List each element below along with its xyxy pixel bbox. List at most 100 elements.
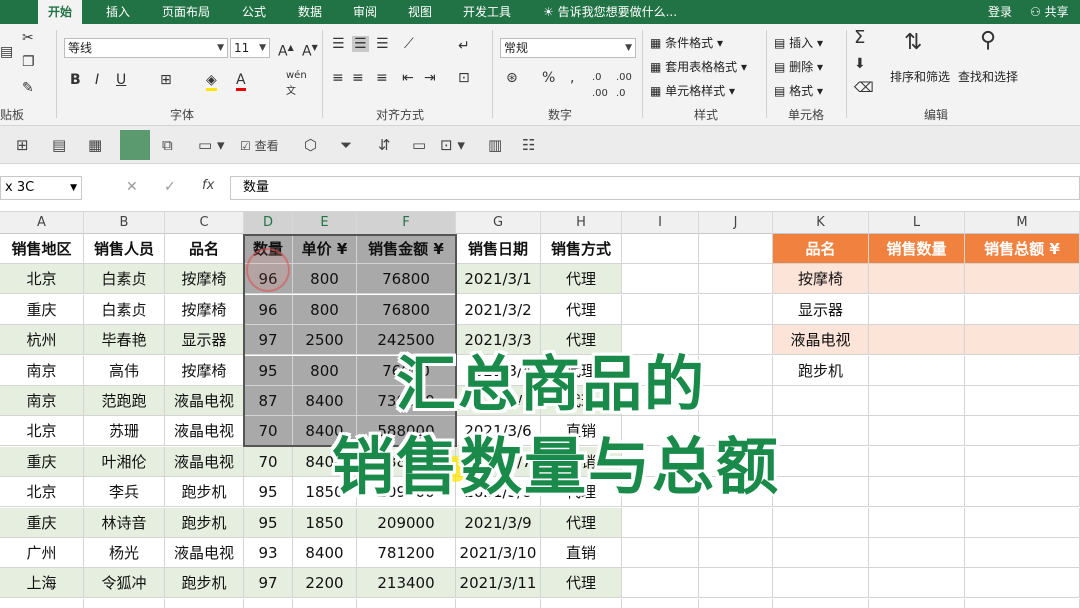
table-cell[interactable] xyxy=(293,599,357,608)
table-cell[interactable]: 广州 xyxy=(0,538,84,568)
table-cell[interactable]: 800 xyxy=(293,264,357,294)
table-header-cell[interactable]: 单价 ¥ xyxy=(293,234,357,264)
view-checkbox[interactable]: ☑ 查看 xyxy=(240,137,279,154)
screen-icon[interactable]: ⊡ ▾ xyxy=(440,136,465,154)
comma-icon[interactable]: , xyxy=(570,70,574,86)
table-cell[interactable]: 按摩椅 xyxy=(165,295,244,325)
column-header-a[interactable]: A xyxy=(0,212,84,234)
table-header-cell[interactable]: 销售方式 xyxy=(541,234,622,264)
table-header-cell[interactable]: 销售日期 xyxy=(456,234,541,264)
summary-item-cell[interactable]: 按摩椅 xyxy=(773,264,869,294)
empty-cell[interactable] xyxy=(699,295,773,325)
table-cell[interactable]: 76800 xyxy=(357,264,456,294)
conditional-format-button[interactable]: ▦ 条件格式 ▾ xyxy=(650,34,723,51)
table-cell[interactable]: 2021/3/1 xyxy=(456,264,541,294)
fill-icon[interactable]: ⬇ xyxy=(854,56,866,72)
table-cell[interactable]: 2021/3/10 xyxy=(456,538,541,568)
align-right-icon[interactable]: ≡ xyxy=(376,70,388,86)
table-cell[interactable]: 代理 xyxy=(541,264,622,294)
decrease-indent-icon[interactable]: ⇤ xyxy=(402,70,414,86)
empty-cell[interactable] xyxy=(699,599,773,608)
empty-cell[interactable] xyxy=(699,356,773,386)
table-cell[interactable]: 白素贞 xyxy=(84,295,165,325)
formula-input[interactable]: 数量 xyxy=(230,176,1080,200)
currency-icon[interactable]: ⊛ xyxy=(506,70,518,86)
column-header-d[interactable]: D xyxy=(244,212,293,234)
doc-icon[interactable]: ▥ xyxy=(488,136,502,154)
column-header-f[interactable]: F xyxy=(357,212,456,234)
summary-qty-cell[interactable] xyxy=(869,295,965,325)
empty-cell[interactable] xyxy=(965,386,1080,416)
confirm-icon[interactable]: ✓ xyxy=(164,179,176,195)
font-name-select[interactable]: 等线 ▼ xyxy=(64,38,228,58)
empty-cell[interactable] xyxy=(699,386,773,416)
tab-developer[interactable]: 开发工具 xyxy=(463,0,511,24)
table-cell[interactable]: 重庆 xyxy=(0,447,84,477)
table-cell[interactable]: 林诗音 xyxy=(84,508,165,538)
filter-icon[interactable]: ⏷ xyxy=(340,136,352,154)
list-icon[interactable]: ☷ xyxy=(522,136,535,154)
empty-cell[interactable] xyxy=(869,599,965,608)
column-header-k[interactable]: K xyxy=(773,212,869,234)
table-cell[interactable]: 液晶电视 xyxy=(165,416,244,446)
column-header-l[interactable]: L xyxy=(869,212,965,234)
decrease-decimal-icon[interactable]: .00.0 xyxy=(616,70,632,102)
number-format-select[interactable]: 常规 ▼ xyxy=(500,38,636,58)
table-cell[interactable]: 李兵 xyxy=(84,477,165,507)
increase-indent-icon[interactable]: ⇥ xyxy=(424,70,436,86)
empty-cell[interactable] xyxy=(773,447,869,477)
sync-icon[interactable]: ⇵ xyxy=(378,136,391,154)
empty-cell[interactable] xyxy=(622,264,699,294)
autosum-icon[interactable]: Σ xyxy=(854,29,865,47)
empty-cell[interactable] xyxy=(869,416,965,446)
column-header-h[interactable]: H xyxy=(541,212,622,234)
underline-icon[interactable]: U xyxy=(116,72,126,88)
table-cell[interactable]: 800 xyxy=(293,295,357,325)
empty-cell[interactable] xyxy=(699,264,773,294)
table-header-cell[interactable]: 销售人员 xyxy=(84,234,165,264)
empty-cell[interactable] xyxy=(773,568,869,598)
shrink-font-icon[interactable]: A▼ xyxy=(302,40,318,60)
percent-icon[interactable]: % xyxy=(542,70,555,86)
table-cell[interactable]: 叶湘伦 xyxy=(84,447,165,477)
table-cell[interactable] xyxy=(456,599,541,608)
empty-cell[interactable] xyxy=(622,568,699,598)
summary-header-cell[interactable]: 销售数量 xyxy=(869,234,965,264)
align-center-icon[interactable]: ≡ xyxy=(352,70,364,86)
table-cell[interactable]: 2021/3/11 xyxy=(456,568,541,598)
top-align-icon[interactable]: ☰ xyxy=(332,36,345,52)
empty-cell[interactable] xyxy=(622,508,699,538)
window-icon[interactable]: ▭ xyxy=(412,136,426,154)
empty-cell[interactable] xyxy=(869,477,965,507)
table-cell[interactable]: 2200 xyxy=(293,568,357,598)
table-cell[interactable]: 代理 xyxy=(541,508,622,538)
wrap-text-icon[interactable]: ↵ xyxy=(458,38,470,54)
empty-cell[interactable] xyxy=(869,568,965,598)
table-cell[interactable] xyxy=(165,599,244,608)
table-cell[interactable]: 直销 xyxy=(541,538,622,568)
table-cell[interactable]: 杨光 xyxy=(84,538,165,568)
empty-cell[interactable] xyxy=(773,508,869,538)
cell-styles-button[interactable]: ▦ 单元格样式 ▾ xyxy=(650,82,735,99)
table-cell[interactable]: 代理 xyxy=(541,295,622,325)
column-header-c[interactable]: C xyxy=(165,212,244,234)
empty-cell[interactable] xyxy=(699,234,773,264)
copy-icon[interactable]: ❐ xyxy=(22,54,35,70)
table-cell[interactable]: 重庆 xyxy=(0,508,84,538)
table-cell[interactable]: 显示器 xyxy=(165,325,244,355)
fill-color-icon[interactable]: ◈ xyxy=(206,72,217,91)
shape-icon[interactable]: ⬡ xyxy=(304,136,317,154)
table-cell[interactable]: 2021/3/2 xyxy=(456,295,541,325)
format-cells-button[interactable]: ▤ 格式 ▾ xyxy=(774,82,823,99)
object-icon[interactable]: ⧉ xyxy=(162,136,173,154)
table-cell[interactable]: 2021/3/9 xyxy=(456,508,541,538)
column-header-m[interactable]: M xyxy=(965,212,1080,234)
empty-cell[interactable] xyxy=(773,416,869,446)
table-cell[interactable]: 高伟 xyxy=(84,356,165,386)
phonetic-icon[interactable]: wén 文 xyxy=(286,68,307,100)
empty-cell[interactable] xyxy=(699,538,773,568)
column-header-e[interactable]: E xyxy=(293,212,357,234)
sort-filter-button[interactable]: 排序和筛选 xyxy=(890,68,950,85)
table-cell[interactable]: 按摩椅 xyxy=(165,356,244,386)
empty-cell[interactable] xyxy=(699,325,773,355)
